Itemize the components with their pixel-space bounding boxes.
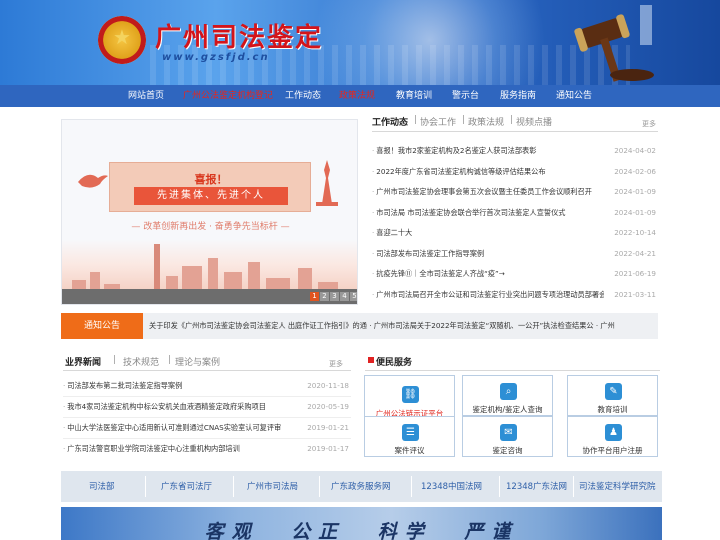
link-12348-guangdong[interactable]: 12348广东法网 <box>506 480 567 492</box>
news-tabs: 工作动态 | 协会工作 | 政策法规 | 视频点播 更多 <box>372 115 658 129</box>
pager-dot[interactable]: 5 <box>350 292 357 301</box>
tab-policies[interactable]: 政策法规 <box>468 115 504 128</box>
link-gd-justice-dept[interactable]: 广东省司法厅 <box>161 480 212 492</box>
register-icon: ♟ <box>605 424 622 441</box>
chain-icon: ⛓ <box>402 386 419 403</box>
business-more-link[interactable]: 更多 <box>329 359 343 369</box>
statue-icon <box>316 160 338 206</box>
news-item[interactable]: 喜迎二十大2022-10-14 <box>372 228 658 242</box>
notice-bar: 通知公告 关于印发《广州市司法鉴定协会司法鉴定人 出庭作证工作指引》的通 · 广… <box>61 313 658 339</box>
link-gd-gov-service[interactable]: 广东政务服务网 <box>331 480 391 492</box>
tab-divider: | <box>414 115 418 125</box>
banner-board: 喜报！ 先进集体、先进个人 <box>109 162 311 212</box>
news-item[interactable]: 喜报！我市2家鉴定机构及2名鉴定人获司法部表彰2024-04-02 <box>372 146 658 160</box>
tab-divider: | <box>113 355 117 365</box>
banner-slideshow[interactable]: 喜报！ 先进集体、先进个人 — 改革创新再出发 · 奋勇争先当标杆 — 1 2 … <box>61 119 358 305</box>
consult-icon: ✉ <box>500 424 517 441</box>
tab-video[interactable]: 视频点播 <box>516 115 552 128</box>
tab-industry-news[interactable]: 业界新闻 <box>65 355 101 368</box>
nav-institution-registration[interactable]: 广州公法鉴定机构登记 <box>183 85 273 107</box>
news-item[interactable]: 市司法局 市司法鉴定协会联合举行首次司法鉴定人宣誓仪式2024-01-09 <box>372 208 658 222</box>
pager-dot[interactable]: 3 <box>330 292 339 301</box>
service-training[interactable]: ✎ 教育培训 <box>567 375 658 416</box>
service-label: 鉴定咨询 <box>492 446 523 455</box>
divider <box>63 370 351 371</box>
footer-banner: 客观 公正 科学 严谨 <box>61 507 662 540</box>
dove-icon <box>78 174 108 188</box>
divider <box>372 131 658 132</box>
news-more-link[interactable]: 更多 <box>642 119 656 129</box>
tab-divider: | <box>510 115 514 125</box>
pager-dot[interactable]: 2 <box>320 292 329 301</box>
service-consult[interactable]: ✉ 鉴定咨询 <box>462 416 553 457</box>
divider <box>365 370 660 371</box>
gavel-icon <box>574 5 654 82</box>
main-nav: 网站首页 广州公法鉴定机构登记 工作动态 政策法规 教育培训 警示台 服务指南 … <box>0 85 720 107</box>
divider <box>63 396 351 397</box>
link-divider <box>319 476 320 497</box>
service-label: 协作平台用户注册 <box>582 446 643 455</box>
site-url: www.gzsfjd.cn <box>162 52 270 63</box>
service-label: 教育培训 <box>597 405 628 414</box>
list-item[interactable]: 司法部发布第二批司法鉴定指导案例2020-11-18 <box>63 381 349 395</box>
service-institution-search[interactable]: ⌕ 鉴定机构/鉴定人查询 <box>462 375 553 416</box>
nav-policies[interactable]: 政策法规 <box>339 85 375 107</box>
banner-pager: 1 2 3 4 5 <box>62 289 357 304</box>
link-divider <box>411 476 412 497</box>
review-icon: ☰ <box>402 424 419 441</box>
nav-warnings[interactable]: 警示台 <box>452 85 479 107</box>
tab-divider: | <box>168 355 172 365</box>
list-item[interactable]: 中山大学法医鉴定中心适用新认可准则通过CNAS实验室认可复评审2019-01-2… <box>63 423 349 437</box>
service-case-review[interactable]: ☰ 案件评议 <box>364 416 455 457</box>
news-item[interactable]: 司法部发布司法鉴定工作指导案例2022-04-21 <box>372 249 658 263</box>
link-gz-justice-bureau[interactable]: 广州市司法局 <box>247 480 298 492</box>
nav-service-guide[interactable]: 服务指南 <box>500 85 536 107</box>
banner-slogan: — 改革创新再出发 · 奋勇争先当标杆 — <box>131 222 290 232</box>
notice-label[interactable]: 通知公告 <box>61 313 143 339</box>
service-label: 鉴定机构/鉴定人查询 <box>472 405 543 414</box>
notice-marquee[interactable]: 关于印发《广州市司法鉴定协会司法鉴定人 出庭作证工作指引》的通 · 广州市司法局… <box>149 313 654 339</box>
tab-work-news[interactable]: 工作动态 <box>372 115 408 128</box>
nav-announcements[interactable]: 通知公告 <box>556 85 592 107</box>
site-title[interactable]: 广州司法鉴定 <box>155 17 323 54</box>
link-12348-china[interactable]: 12348中国法网 <box>421 480 482 492</box>
list-item[interactable]: 我市4家司法鉴定机构中标公安机关血液酒精鉴定政府采购项目2020-05-19 <box>63 402 349 416</box>
service-label: 案件评议 <box>394 446 425 455</box>
link-divider <box>233 476 234 497</box>
tab-technical-specs[interactable]: 技术规范 <box>123 355 159 368</box>
news-item[interactable]: 广州市司法鉴定协会理事会第五次会议暨主任委员工作会议顺利召开2024-01-09 <box>372 187 658 201</box>
news-item[interactable]: 2022年度广东省司法鉴定机构诚信等级评估结果公布2024-02-06 <box>372 167 658 181</box>
service-register[interactable]: ♟ 协作平台用户注册 <box>567 416 658 457</box>
list-item[interactable]: 广东司法警官职业学院司法鉴定中心注重机构内部培训2019-01-17 <box>63 444 349 458</box>
services-title: 便民服务 <box>376 358 413 368</box>
link-divider <box>145 476 146 497</box>
banner-subtitle: 先进集体、先进个人 <box>134 187 288 205</box>
link-divider <box>499 476 500 497</box>
link-forensic-institute[interactable]: 司法鉴定科学研究院 <box>579 480 656 492</box>
tab-association-work[interactable]: 协会工作 <box>420 115 456 128</box>
nav-work-news[interactable]: 工作动态 <box>285 85 321 107</box>
footer-motto: 客观 公正 科学 严谨 <box>204 521 519 540</box>
national-emblem-logo: ★ <box>98 16 146 64</box>
divider <box>63 438 351 439</box>
training-icon: ✎ <box>605 383 622 400</box>
pager-dot[interactable]: 1 <box>310 292 319 301</box>
nav-training[interactable]: 教育培训 <box>396 85 432 107</box>
tab-theory-cases[interactable]: 理论与案例 <box>175 355 220 368</box>
divider <box>63 417 351 418</box>
link-divider <box>573 476 574 497</box>
search-icon: ⌕ <box>500 383 517 400</box>
business-tabs: 业界新闻 | 技术规范 | 理论与案例 更多 <box>63 355 351 369</box>
news-item[interactable]: 广州市司法局召开全市公证和司法鉴定行业突出问题专项治理动员部署会议2021-03… <box>372 290 658 304</box>
pager-dot[interactable]: 4 <box>340 292 349 301</box>
friendly-links: 司法部 广东省司法厅 广州市司法局 广东政务服务网 12348中国法网 1234… <box>61 471 662 502</box>
link-ministry-justice[interactable]: 司法部 <box>89 480 115 492</box>
banner-title: 喜报！ <box>194 173 228 186</box>
nav-home[interactable]: 网站首页 <box>128 85 164 107</box>
news-item[interactable]: 抗疫先锋⑪｜全市司法鉴定人齐战“疫”→2021-06-19 <box>372 269 658 283</box>
tab-divider: | <box>462 115 466 125</box>
